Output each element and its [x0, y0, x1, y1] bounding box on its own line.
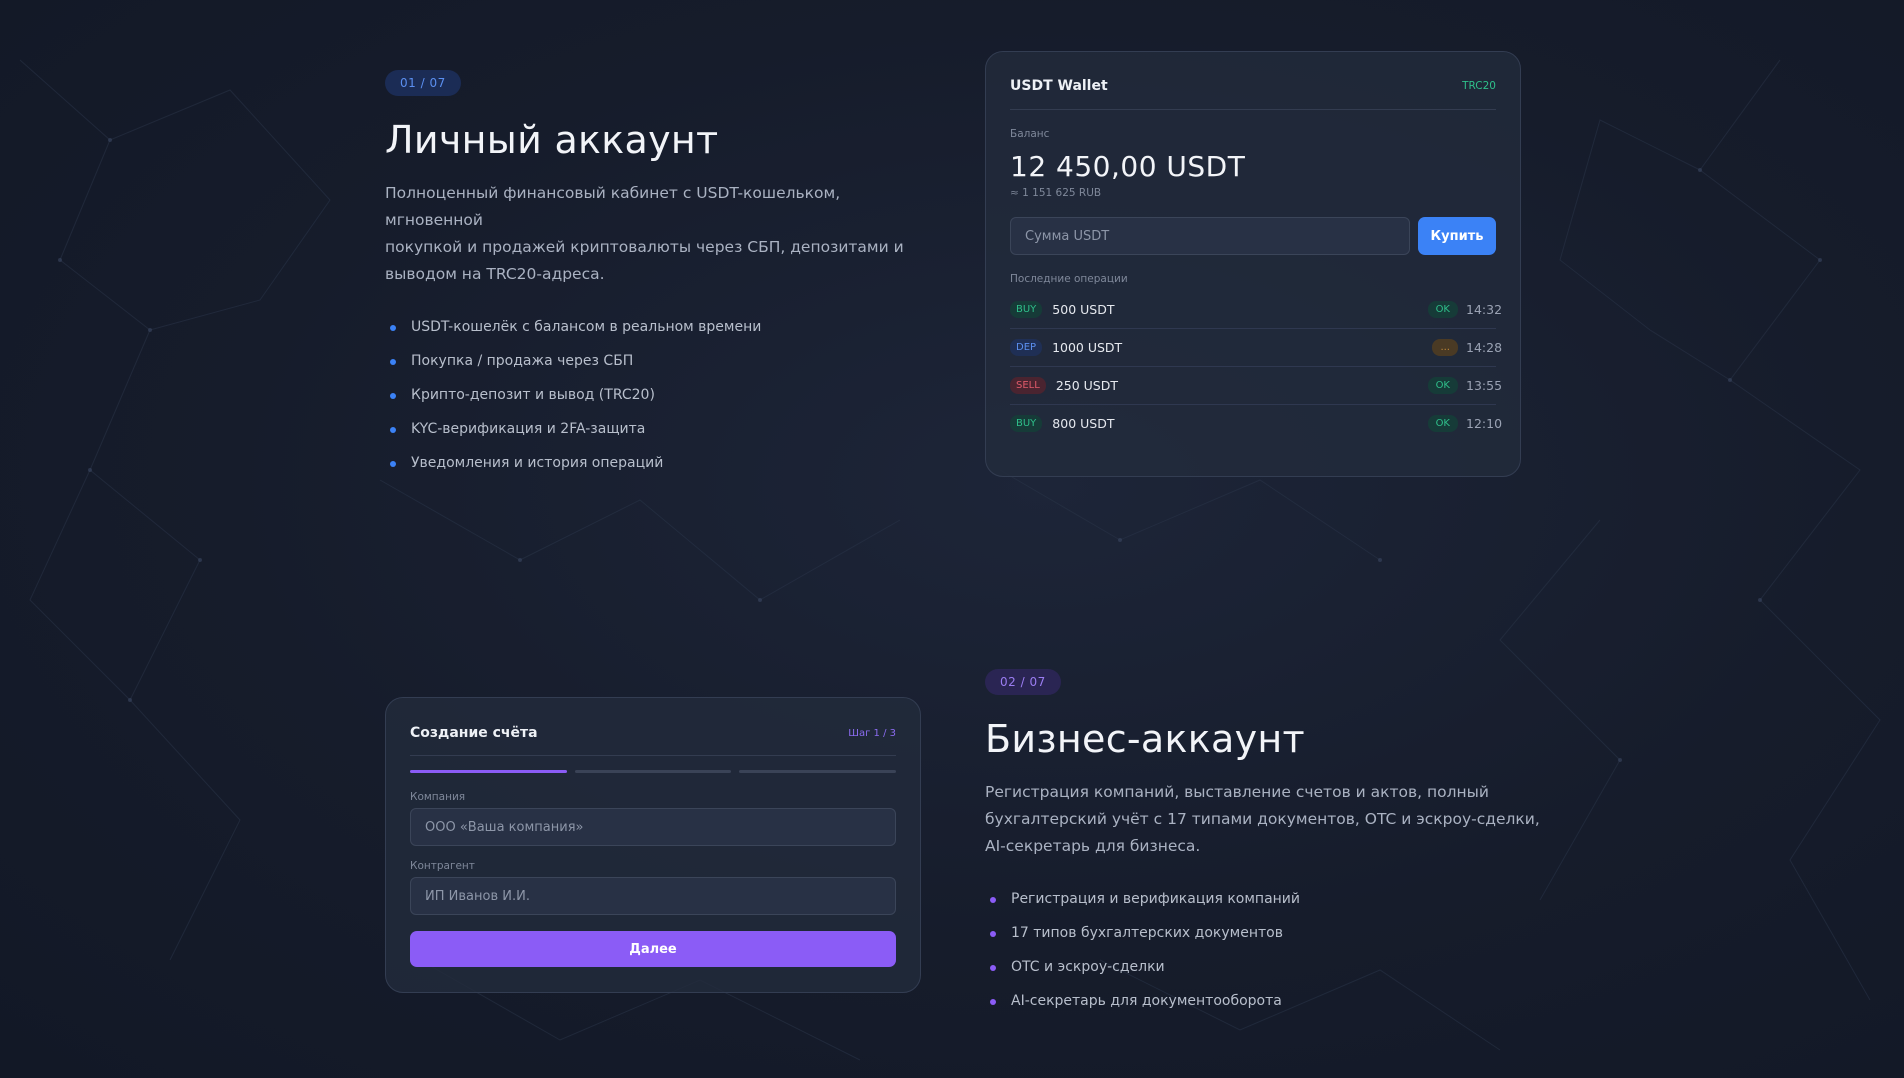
contractor-label: Контрагент: [410, 860, 475, 872]
op-amount: 800 USDT: [1052, 416, 1115, 431]
feature-item: Уведомления и история операций: [385, 446, 925, 480]
op-amount: 500 USDT: [1052, 302, 1115, 317]
bullet-icon: [390, 325, 396, 331]
feature-label: Покупка / продажа через СБП: [411, 353, 634, 369]
section-description: Полноценный финансовый кабинет с USDT-ко…: [385, 180, 925, 288]
op-type-badge: BUY: [1010, 415, 1043, 432]
progress-segment: [574, 770, 732, 773]
feature-item: USDT-кошелёк с балансом в реальном време…: [385, 310, 925, 344]
form-header: Создание счёта Шаг 1 / 3: [410, 725, 896, 756]
feature-list: Регистрация и верификация компаний 17 ти…: [985, 882, 1545, 1018]
feature-label: Крипто-депозит и вывод (TRC20): [411, 387, 655, 403]
bullet-icon: [390, 427, 396, 433]
op-amount: 1000 USDT: [1052, 340, 1123, 355]
step-progress: [410, 770, 897, 773]
op-time: 12:10: [1466, 416, 1503, 431]
form-title: Создание счёта: [410, 725, 538, 741]
background-network-pattern: [19, 59, 1881, 1061]
feature-label: AI-секретарь для документооборота: [1011, 993, 1282, 1009]
company-label: Компания: [410, 791, 466, 803]
description-line: AI-секретарь для бизнеса.: [985, 837, 1201, 855]
bullet-icon: [390, 393, 396, 399]
amount-placeholder: Сумма USDT: [1025, 228, 1110, 244]
op-type-badge: DEP: [1010, 339, 1043, 356]
op-status-badge: OK: [1427, 377, 1458, 394]
description-line: покупкой и продажей криптовалюты через С…: [385, 238, 904, 256]
description-line: Полноценный финансовый кабинет с USDT-ко…: [385, 184, 841, 229]
feature-label: USDT-кошелёк с балансом в реальном време…: [411, 319, 762, 335]
bullet-icon: [990, 999, 996, 1005]
feature-label: 17 типов бухгалтерских документов: [1011, 925, 1283, 941]
bullet-icon: [990, 931, 996, 937]
account-creation-card: Создание счёта Шаг 1 / 3 Компания ООО «В…: [385, 697, 921, 993]
feature-item: 17 типов бухгалтерских документов: [985, 916, 1545, 950]
balance-label: Баланс: [1010, 128, 1050, 140]
buy-form: Сумма USDT Купить: [1010, 217, 1496, 255]
contractor-placeholder: ИП Иванов И.И.: [425, 888, 530, 904]
progress-segment-active: [410, 770, 567, 773]
feature-item: AI-секретарь для документооборота: [985, 984, 1545, 1018]
description-line: бухгалтерский учёт с 17 типами документо…: [985, 810, 1540, 828]
section-badge: 01 / 07: [385, 70, 461, 96]
network-label: TRC20: [1462, 80, 1496, 92]
business-account-section: 02 / 07 Бизнес-аккаунт Регистрация компа…: [985, 669, 1545, 1018]
balance-rub: ≈ 1 151 625 RUB: [1010, 187, 1102, 199]
op-type-badge: BUY: [1010, 301, 1043, 318]
progress-segment: [739, 770, 897, 773]
feature-item: Регистрация и верификация компаний: [985, 882, 1545, 916]
op-time: 14:28: [1466, 340, 1503, 355]
feature-item: OTC и эскроу-сделки: [985, 950, 1545, 984]
description-line: Регистрация компаний, выставление счетов…: [985, 783, 1489, 801]
operation-row[interactable]: DEP 1000 USDT ... 14:28: [1010, 329, 1503, 367]
op-status-badge: OK: [1427, 415, 1458, 432]
op-type-badge: SELL: [1010, 377, 1046, 394]
op-status-badge: ...: [1432, 339, 1458, 356]
company-input[interactable]: ООО «Ваша компания»: [410, 808, 896, 846]
personal-account-section: 01 / 07 Личный аккаунт Полноценный финан…: [385, 70, 925, 480]
op-amount: 250 USDT: [1055, 378, 1118, 393]
op-status-badge: OK: [1427, 301, 1458, 318]
next-button[interactable]: Далее: [410, 931, 896, 967]
balance-value: 12 450,00 USDT: [1010, 150, 1246, 183]
usdt-wallet-card: USDT Wallet TRC20 Баланс 12 450,00 USDT …: [985, 51, 1521, 477]
ops-list: BUY 500 USDT OK 14:32 DEP 1000 USDT ... …: [1010, 291, 1503, 442]
recent-ops-label: Последние операции: [1010, 273, 1128, 285]
feature-item: KYC-верификация и 2FA-защита: [385, 412, 925, 446]
operation-row[interactable]: BUY 500 USDT OK 14:32: [1010, 291, 1503, 329]
section-title: Бизнес-аккаунт: [985, 717, 1305, 761]
description-line: выводом на TRC20-адреса.: [385, 265, 605, 283]
operation-row[interactable]: SELL 250 USDT OK 13:55: [1010, 367, 1503, 405]
bullet-icon: [990, 897, 996, 903]
feature-label: Регистрация и верификация компаний: [1011, 891, 1300, 907]
feature-list: USDT-кошелёк с балансом в реальном време…: [385, 310, 925, 480]
feature-label: OTC и эскроу-сделки: [1011, 959, 1165, 975]
wallet-title: USDT Wallet: [1010, 78, 1108, 94]
op-time: 14:32: [1466, 302, 1503, 317]
feature-label: Уведомления и история операций: [411, 455, 664, 471]
company-placeholder: ООО «Ваша компания»: [425, 819, 584, 835]
bullet-icon: [390, 461, 396, 467]
bullet-icon: [390, 359, 396, 365]
wallet-header: USDT Wallet TRC20: [1010, 78, 1496, 110]
contractor-input[interactable]: ИП Иванов И.И.: [410, 877, 896, 915]
section-title: Личный аккаунт: [385, 118, 719, 162]
buy-button[interactable]: Купить: [1418, 217, 1496, 255]
amount-input[interactable]: Сумма USDT: [1010, 217, 1410, 255]
feature-item: Покупка / продажа через СБП: [385, 344, 925, 378]
section-badge: 02 / 07: [985, 669, 1061, 695]
op-time: 13:55: [1466, 378, 1503, 393]
form-step: Шаг 1 / 3: [848, 727, 896, 739]
operation-row[interactable]: BUY 800 USDT OK 12:10: [1010, 405, 1503, 442]
feature-item: Крипто-депозит и вывод (TRC20): [385, 378, 925, 412]
feature-label: KYC-верификация и 2FA-защита: [411, 421, 646, 437]
bullet-icon: [990, 965, 996, 971]
section-description: Регистрация компаний, выставление счетов…: [985, 779, 1545, 860]
